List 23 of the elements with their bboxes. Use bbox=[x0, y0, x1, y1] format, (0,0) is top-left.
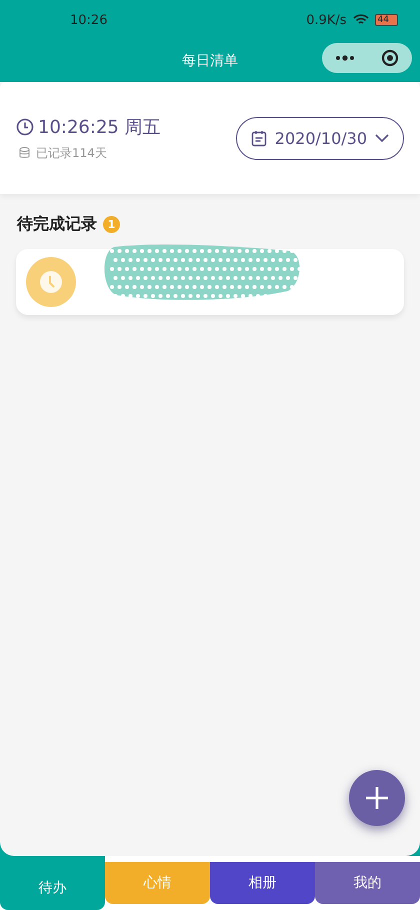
record-days: 已记录114天 bbox=[36, 144, 107, 162]
wifi-icon bbox=[352, 14, 369, 26]
count-badge: 1 bbox=[103, 216, 120, 233]
more-icon[interactable] bbox=[335, 55, 355, 61]
plus-icon bbox=[365, 786, 389, 810]
database-icon bbox=[19, 147, 30, 159]
status-time: 10:26 bbox=[70, 12, 108, 28]
tab[interactable]: 相册 bbox=[210, 862, 315, 904]
current-time: 10:26:25 周五 bbox=[38, 116, 161, 138]
tab[interactable]: 我的 bbox=[315, 862, 420, 904]
section-title: 待完成记录 bbox=[17, 214, 97, 235]
network-speed: 0.9K/s bbox=[306, 12, 347, 28]
chevron-down-icon bbox=[375, 134, 389, 142]
capsule-menu[interactable] bbox=[322, 43, 412, 73]
battery-icon: 44 bbox=[374, 14, 398, 26]
clock-icon bbox=[26, 257, 76, 307]
tab[interactable]: 待办 bbox=[0, 856, 105, 910]
date-picker[interactable]: 2020/10/30 bbox=[236, 116, 404, 160]
clock-icon bbox=[16, 118, 34, 136]
close-icon[interactable] bbox=[381, 49, 399, 67]
calendar-icon bbox=[250, 130, 267, 146]
page-title: 每日清单 bbox=[182, 52, 238, 70]
add-button[interactable] bbox=[349, 770, 405, 826]
